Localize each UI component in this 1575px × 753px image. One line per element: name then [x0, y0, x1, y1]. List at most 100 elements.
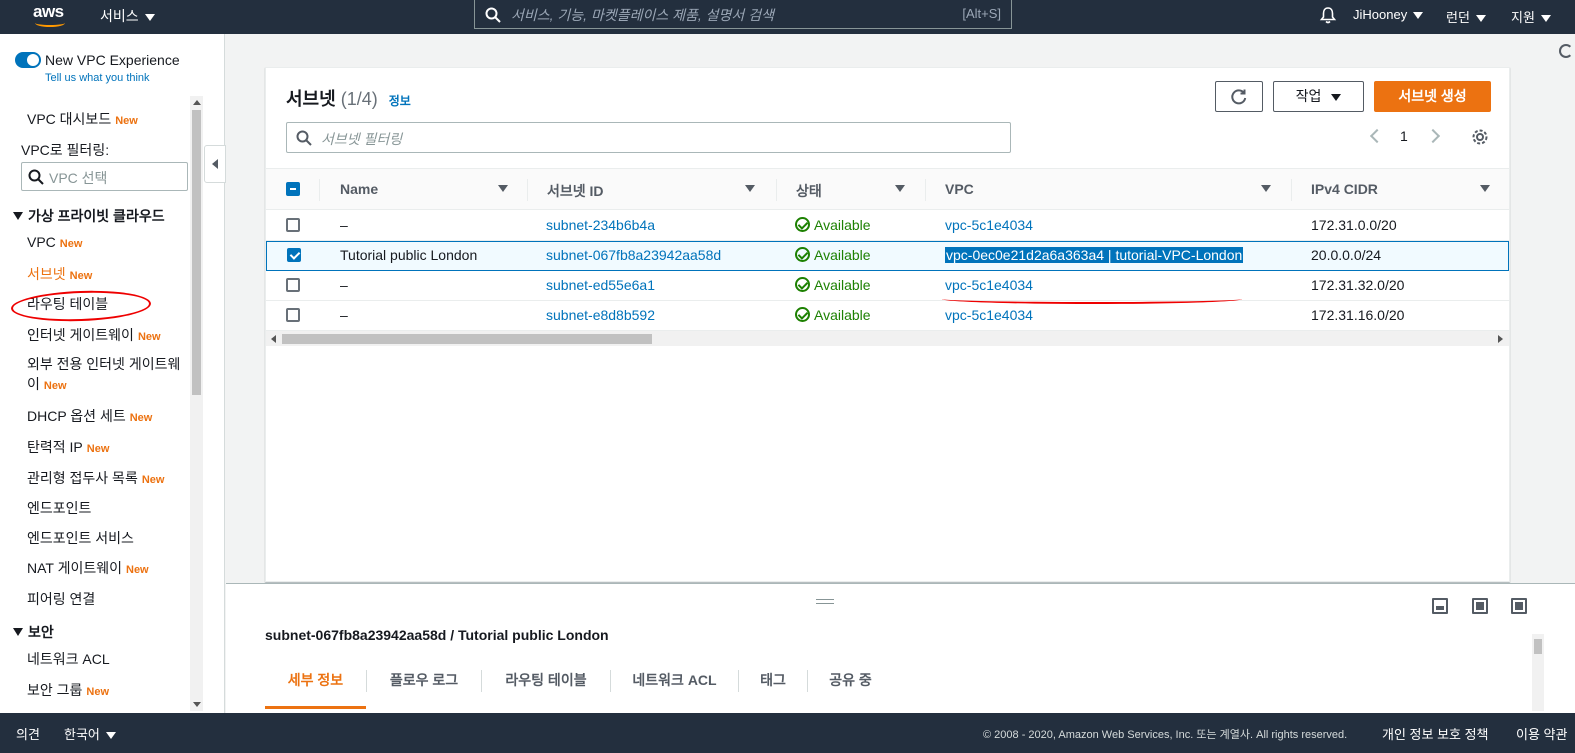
sort-icon[interactable]: [895, 185, 905, 192]
sidebar-item-label: VPC 대시보드: [27, 111, 112, 127]
global-search-input[interactable]: 서비스, 기능, 마켓플레이스 제품, 설명서 검색 [Alt+S]: [474, 0, 1012, 29]
chevron-right-icon[interactable]: [1425, 128, 1441, 144]
info-link[interactable]: 정보: [389, 94, 411, 108]
resize-handle-icon[interactable]: [816, 599, 834, 604]
table-horizontal-scrollbar[interactable]: [266, 331, 1509, 346]
row-checkbox[interactable]: [286, 308, 300, 322]
user-menu[interactable]: JiHooney: [1353, 7, 1424, 22]
table-row[interactable]: – subnet-e8d8b592 Available vpc-5c1e4034…: [266, 301, 1509, 331]
subnet-filter-input[interactable]: 서브넷 필터링: [286, 122, 1011, 153]
scroll-left-icon[interactable]: [271, 335, 276, 343]
tab-tags[interactable]: 태그: [739, 659, 807, 709]
aws-logo[interactable]: aws: [32, 2, 72, 28]
gear-icon[interactable]: [1471, 128, 1489, 146]
column-label: Name: [340, 181, 379, 197]
actions-button[interactable]: 작업: [1273, 81, 1364, 112]
cell-subnet-id[interactable]: subnet-e8d8b592: [546, 307, 655, 323]
scroll-up-icon[interactable]: [193, 100, 201, 105]
terms-link[interactable]: 이용 약관: [1516, 724, 1567, 743]
sort-icon[interactable]: [1480, 185, 1490, 192]
row-checkbox[interactable]: [286, 278, 300, 292]
sidebar-item-elastic-ip[interactable]: 탄력적 IP New: [27, 437, 109, 457]
split-full-icon[interactable]: [1511, 598, 1527, 614]
chevron-left-icon[interactable]: [1369, 128, 1385, 144]
new-badge: New: [126, 564, 149, 576]
vpc-selected-text: vpc-0ec0e21d2a6a363a4 | tutorial-VPC-Lon…: [945, 247, 1244, 263]
table-row-selected[interactable]: Tutorial public London subnet-067fb8a239…: [266, 241, 1509, 271]
details-scrollbar[interactable]: [1532, 634, 1544, 711]
cell-subnet-id[interactable]: subnet-ed55e6a1: [546, 277, 655, 293]
scroll-thumb[interactable]: [192, 110, 201, 395]
new-vpc-experience-toggle[interactable]: [15, 52, 41, 68]
privacy-link[interactable]: 개인 정보 보호 정책: [1382, 724, 1489, 743]
cell-vpc[interactable]: vpc-5c1e4034: [945, 277, 1033, 293]
cell-subnet-id[interactable]: subnet-234b6b4a: [546, 217, 655, 233]
new-badge: New: [86, 686, 110, 698]
table-row[interactable]: – subnet-ed55e6a1 Available vpc-5c1e4034…: [266, 271, 1509, 301]
vpc-filter-select[interactable]: VPC 선택: [21, 162, 188, 191]
sidebar-item-vpc[interactable]: VPC New: [27, 234, 82, 250]
split-bottom-icon[interactable]: [1432, 598, 1448, 614]
column-header-ipv4-cidr[interactable]: IPv4 CIDR: [1311, 181, 1490, 197]
row-checkbox[interactable]: [287, 248, 301, 262]
select-all-checkbox[interactable]: [286, 182, 300, 196]
sidebar-item-nat-gateways[interactable]: NAT 게이트웨이 New: [27, 558, 149, 578]
sort-icon[interactable]: [498, 185, 508, 192]
notification-bell-icon[interactable]: [1319, 6, 1337, 24]
title-text: 서브넷: [286, 89, 336, 109]
services-menu[interactable]: 서비스: [100, 6, 155, 26]
sidebar-item-dhcp-options[interactable]: DHCP 옵션 세트 New: [27, 406, 152, 426]
sidebar-item-prefix-lists[interactable]: 관리형 접두사 목록 New: [27, 468, 164, 488]
sidebar-item-endpoints[interactable]: 엔드포인트: [27, 498, 91, 518]
new-badge: New: [141, 474, 165, 486]
sidebar-item-network-acl[interactable]: 네트워크 ACL: [27, 649, 110, 669]
support-label: 지원: [1511, 10, 1535, 25]
feedback-icon[interactable]: [1559, 44, 1573, 58]
sidebar-item-internet-gateways[interactable]: 인터넷 게이트웨이 New: [27, 325, 161, 345]
sidebar-item-security-groups[interactable]: 보안 그룹 New: [27, 680, 109, 700]
sidebar-item-endpoint-services[interactable]: 엔드포인트 서비스: [27, 528, 134, 548]
column-header-subnet-id[interactable]: 서브넷 ID: [547, 181, 755, 201]
scroll-down-icon[interactable]: [193, 702, 201, 707]
cell-vpc[interactable]: vpc-5c1e4034: [945, 217, 1033, 233]
support-menu[interactable]: 지원: [1511, 7, 1551, 26]
region-menu[interactable]: 런던: [1446, 7, 1486, 26]
column-header-state[interactable]: 상태: [796, 181, 905, 201]
sidebar-item-peering[interactable]: 피어링 연결: [27, 589, 95, 609]
sidebar-item-egress-only-igw[interactable]: 외부 전용 인터넷 게이트웨이 New: [27, 354, 187, 396]
section-vpc-header[interactable]: 가상 프라이빗 클라우드: [13, 206, 165, 226]
scroll-right-icon[interactable]: [1498, 335, 1503, 343]
sidebar-item-subnets[interactable]: 서브넷 New: [27, 264, 92, 284]
row-checkbox[interactable]: [286, 218, 300, 232]
column-header-vpc[interactable]: VPC: [945, 181, 1271, 197]
scroll-thumb[interactable]: [282, 334, 652, 344]
tab-network-acl[interactable]: 네트워크 ACL: [611, 659, 738, 709]
collapse-sidebar-button[interactable]: [204, 145, 226, 183]
sidebar-item-vpc-dashboard[interactable]: VPC 대시보드 New: [27, 109, 138, 129]
refresh-button[interactable]: [1215, 81, 1263, 112]
table-row[interactable]: – subnet-234b6b4a Available vpc-5c1e4034…: [266, 211, 1509, 241]
section-security-header[interactable]: 보안: [13, 622, 54, 642]
tab-details[interactable]: 세부 정보: [265, 659, 366, 709]
sort-icon[interactable]: [1261, 185, 1271, 192]
cell-vpc[interactable]: vpc-0ec0e21d2a6a363a4 | tutorial-VPC-Lon…: [945, 247, 1244, 263]
create-subnet-button[interactable]: 서브넷 생성: [1374, 81, 1491, 112]
cell-vpc[interactable]: vpc-5c1e4034: [945, 307, 1033, 323]
sort-icon[interactable]: [745, 185, 755, 192]
sidebar-scrollbar[interactable]: [190, 96, 203, 711]
tab-route-tables[interactable]: 라우팅 테이블: [482, 659, 610, 709]
feedback-link[interactable]: Tell us what you think: [45, 72, 150, 84]
column-label: IPv4 CIDR: [1311, 181, 1378, 197]
cell-subnet-id[interactable]: subnet-067fb8a23942aa58d: [546, 247, 721, 263]
tab-sharing[interactable]: 공유 중: [808, 659, 893, 709]
page-number[interactable]: 1: [1400, 128, 1408, 144]
split-side-icon[interactable]: [1472, 598, 1488, 614]
sidebar-item-label: 보안 그룹: [27, 682, 83, 698]
feedback-link[interactable]: 의견: [16, 724, 40, 743]
tab-flow-logs[interactable]: 플로우 로그: [367, 659, 481, 709]
column-separator: [1291, 179, 1292, 201]
scroll-thumb[interactable]: [1534, 639, 1542, 654]
language-select[interactable]: 한국어: [64, 724, 116, 743]
cell-ipv4-cidr: 172.31.0.0/20: [1311, 217, 1397, 233]
column-header-name[interactable]: Name: [340, 181, 508, 197]
